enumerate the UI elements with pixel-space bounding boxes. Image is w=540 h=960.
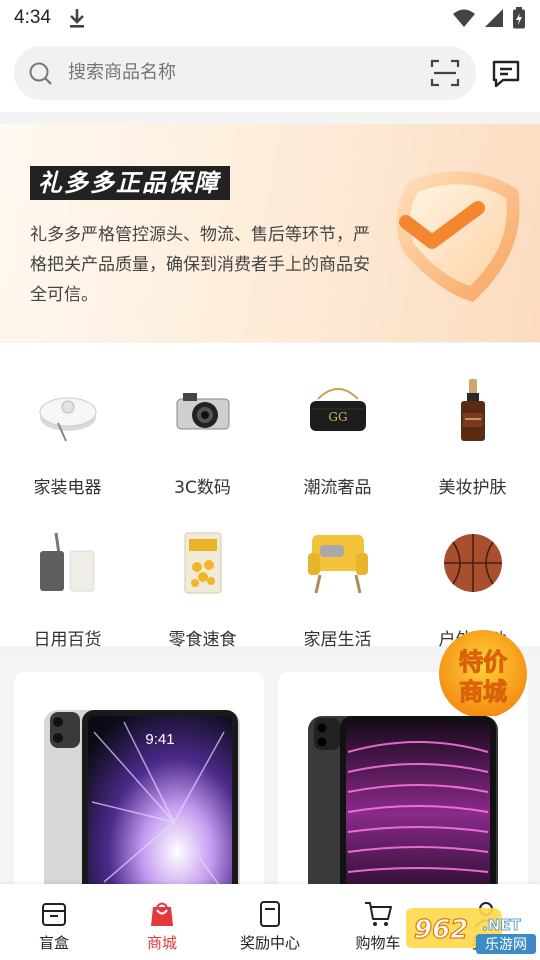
nav-blind-box[interactable]: 盲盒 <box>0 884 108 960</box>
banner-description: 礼多多严格管控源头、物流、售后等环节，严格把关产品质量，确保到消费者手上的商品安… <box>30 225 370 305</box>
badge-line1: 特价 <box>459 648 508 676</box>
category-label: 家装电器 <box>33 478 102 498</box>
nav-label: 商城 <box>146 934 177 952</box>
watermark-suffix: .NET <box>482 916 521 934</box>
special-price-badge[interactable]: 特价 商城 <box>433 630 533 716</box>
status-time: 4:34 <box>14 7 51 28</box>
category-label: 潮流奢品 <box>303 478 372 498</box>
armchair-icon <box>308 535 368 594</box>
category-item[interactable]: 3C数码 <box>135 361 270 511</box>
camera-icon <box>176 393 230 430</box>
ipad-silver-icon: 9:41 <box>44 710 240 902</box>
banner-title: 礼多多正品保障 <box>30 166 230 200</box>
nav-label: 奖励中心 <box>239 934 300 952</box>
scan-icon[interactable] <box>430 59 460 87</box>
shopping-bag-icon <box>151 902 173 926</box>
nav-mall[interactable]: 商城 <box>108 884 216 960</box>
search-header <box>0 36 540 112</box>
watermark-site: 乐游网 <box>485 937 527 953</box>
search-bar[interactable] <box>14 46 476 100</box>
category-label: 美妆护肤 <box>438 478 507 498</box>
shield-check-icon <box>396 171 520 302</box>
site-watermark: 962 .NET 乐游网 <box>406 908 536 954</box>
category-grid: 家装电器 3C数码 GG 潮流奢品 美妆护肤 日用百货 零食速食 家居生活 <box>0 343 540 650</box>
wifi-icon <box>453 9 475 27</box>
status-bar: 4:34 <box>0 0 540 36</box>
category-item[interactable]: 日用百货 <box>0 513 135 663</box>
download-icon <box>67 7 87 29</box>
authenticity-banner[interactable]: 礼多多正品保障 礼多多严格管控源头、物流、售后等环节，严格把关产品质量，确保到消… <box>0 124 540 342</box>
handbag-icon: GG <box>310 388 366 431</box>
cups-icon <box>40 532 95 592</box>
battery-icon <box>513 7 525 29</box>
nav-reward-center[interactable]: 奖励中心 <box>216 884 324 960</box>
category-label: 家居生活 <box>303 630 372 650</box>
message-icon[interactable] <box>490 58 522 90</box>
robot-vacuum-icon <box>39 397 97 442</box>
category-label: 零食速食 <box>168 630 237 650</box>
status-icons <box>452 7 526 29</box>
category-item[interactable]: 家装电器 <box>0 361 135 511</box>
badge-line2: 商城 <box>459 678 507 706</box>
box-icon <box>42 903 66 926</box>
watermark-number: 962 <box>414 915 468 945</box>
category-item[interactable]: GG 潮流奢品 <box>270 361 405 511</box>
product-card[interactable]: 9:41 <box>14 672 264 902</box>
snack-bag-icon <box>184 532 222 594</box>
category-label: 日用百货 <box>33 630 102 650</box>
category-item[interactable]: 零食速食 <box>135 513 270 663</box>
search-input[interactable] <box>68 46 428 100</box>
category-item[interactable]: 家居生活 <box>270 513 405 663</box>
signal-icon <box>485 9 503 27</box>
cart-icon <box>365 902 392 926</box>
category-label: 3C数码 <box>174 478 231 498</box>
nav-label: 盲盒 <box>38 934 69 952</box>
serum-bottle-icon <box>461 379 485 441</box>
search-icon <box>29 62 52 85</box>
basketball-icon <box>444 534 502 592</box>
svg-text:GG: GG <box>328 410 347 424</box>
category-item[interactable]: 美妆护肤 <box>405 361 540 511</box>
mall-page: 4:34 礼多多正品保障 礼多多严格管控源头、物流、售后等环节，严格把关产品质量… <box>0 0 540 960</box>
ipad-screen-time: 9:41 <box>145 731 174 748</box>
reward-card-icon <box>260 901 280 927</box>
